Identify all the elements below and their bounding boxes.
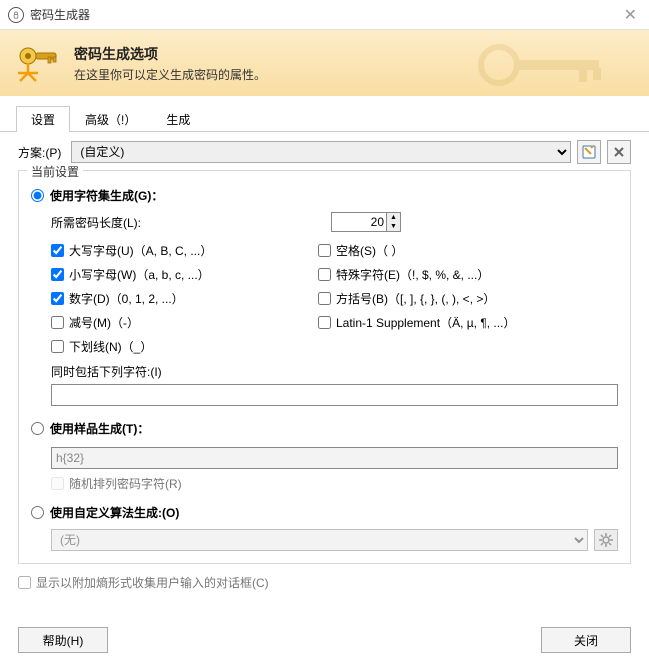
pattern-input <box>51 447 618 469</box>
check-space[interactable]: 空格(S)（ ） <box>318 242 618 259</box>
footer: 帮助(H) 关闭 <box>0 627 649 653</box>
app-icon <box>8 7 24 23</box>
profile-select[interactable]: (自定义) <box>71 141 571 163</box>
radio-pattern[interactable] <box>31 422 44 435</box>
tab-generate[interactable]: 生成 <box>151 106 205 132</box>
save-profile-button[interactable] <box>577 140 601 164</box>
tab-strip: 设置 高级（!） 生成 <box>0 96 649 132</box>
header-title: 密码生成选项 <box>74 44 266 64</box>
check-latin1[interactable]: Latin-1 Supplement（Ä, µ, ¶, ...） <box>318 314 618 331</box>
check-bracket[interactable]: 方括号(B)（[, ], {, }, (, ), <, >） <box>318 290 618 307</box>
current-settings-group: 当前设置 使用字符集生成(G)： 所需密码长度(L): ▲ ▼ 大写字母(U)（… <box>18 170 631 564</box>
check-special[interactable]: 特殊字符(E)（!, $, %, &, ...） <box>318 266 618 283</box>
check-lower[interactable]: 小写字母(W)（a, b, c, ...） <box>51 266 316 283</box>
header-banner: 密码生成选项 在这里你可以定义生成密码的属性。 <box>0 30 649 96</box>
header-subtitle: 在这里你可以定义生成密码的属性。 <box>74 66 266 83</box>
algo-settings-button <box>594 529 618 551</box>
title-bar: 密码生成器 ✕ <box>0 0 649 30</box>
check-shuffle: 随机排列密码字符(R) <box>51 475 618 492</box>
radio-charset-row[interactable]: 使用字符集生成(G)： <box>31 187 618 204</box>
check-entropy[interactable]: 显示以附加熵形式收集用户输入的对话框(C) <box>18 574 631 591</box>
radio-pattern-row[interactable]: 使用样品生成(T)： <box>31 420 618 437</box>
tab-settings[interactable]: 设置 <box>16 106 70 132</box>
also-include-label: 同时包括下列字符:(I) <box>51 363 618 380</box>
delete-profile-button[interactable] <box>607 140 631 164</box>
gear-icon <box>599 533 613 547</box>
faint-key-icon <box>469 40 619 93</box>
radio-algo-label: 使用自定义算法生成:(O) <box>50 504 179 521</box>
radio-algo-row[interactable]: 使用自定义算法生成:(O) <box>31 504 618 521</box>
check-underscore[interactable]: 下划线(N)（_） <box>51 338 316 355</box>
window-title: 密码生成器 <box>30 6 90 23</box>
close-button[interactable]: 关闭 <box>541 627 631 653</box>
close-icon[interactable]: ✕ <box>620 5 641 25</box>
radio-charset-label: 使用字符集生成(G)： <box>50 187 163 204</box>
key-icon <box>16 39 64 87</box>
check-upper[interactable]: 大写字母(U)（A, B, C, ...） <box>51 242 316 259</box>
help-button[interactable]: 帮助(H) <box>18 627 108 653</box>
radio-charset[interactable] <box>31 189 44 202</box>
profile-label: 方案:(P) <box>18 144 61 161</box>
length-input[interactable] <box>332 213 386 231</box>
tab-advanced[interactable]: 高级（!） <box>70 106 151 132</box>
groupbox-legend: 当前设置 <box>27 163 83 180</box>
check-digit[interactable]: 数字(D)（0, 1, 2, ...） <box>51 290 316 307</box>
check-minus[interactable]: 减号(M)（-） <box>51 314 316 331</box>
spinner-down[interactable]: ▼ <box>387 222 400 231</box>
also-include-input[interactable] <box>51 384 618 406</box>
radio-pattern-label: 使用样品生成(T)： <box>50 420 149 437</box>
radio-algo[interactable] <box>31 506 44 519</box>
length-label: 所需密码长度(L): <box>51 214 331 231</box>
spinner-up[interactable]: ▲ <box>387 213 400 222</box>
length-spinner[interactable]: ▲ ▼ <box>331 212 401 232</box>
algo-select: (无) <box>51 529 588 551</box>
